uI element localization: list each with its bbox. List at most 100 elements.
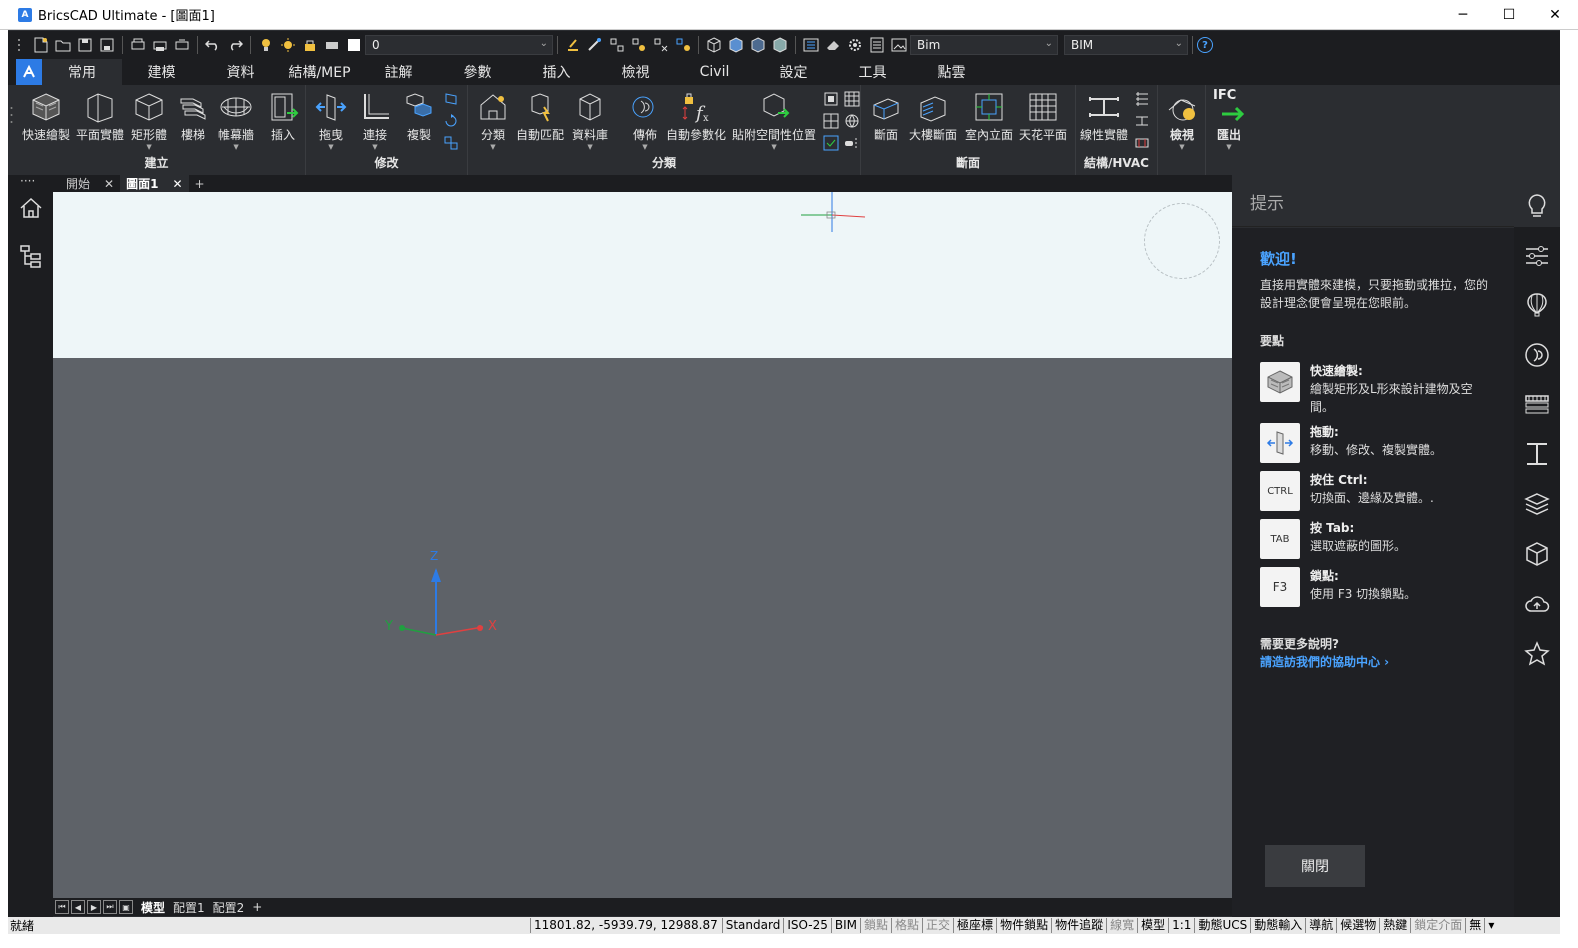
layers-panel-icon[interactable] (1524, 491, 1550, 517)
help-icon[interactable]: ? (1197, 37, 1213, 53)
interior-elevation-button[interactable]: 室內立面 (965, 90, 1013, 143)
save-as-icon[interactable] (98, 36, 116, 54)
profiles-beam-icon[interactable] (1524, 441, 1550, 467)
bim-props-icon[interactable] (823, 91, 839, 107)
workspace-dropdown[interactable]: Bim ⌄ (910, 35, 1058, 55)
stair-button[interactable]: 樓梯 (176, 90, 210, 143)
auto-parametrize-button[interactable]: fx 自動參數化 (666, 90, 726, 143)
tab-view[interactable]: 檢視 (596, 59, 675, 85)
properties-sliders-icon[interactable] (1524, 243, 1550, 269)
building-section-button[interactable]: 大樓斷面 (909, 90, 957, 143)
status-model[interactable]: 模型 (1137, 918, 1168, 933)
toggle-icon[interactable] (844, 135, 860, 151)
tab-annotate[interactable]: 註解 (359, 59, 438, 85)
print-preview-icon[interactable] (129, 36, 147, 54)
status-dim-style[interactable]: ISO-25 (783, 918, 831, 933)
add-tab-button[interactable]: + (189, 175, 211, 192)
profile-dropdown[interactable]: BIM ⌄ (1064, 35, 1188, 55)
status-workspace[interactable]: BIM (830, 918, 860, 933)
layer-isolate-icon[interactable] (608, 36, 626, 54)
layout-tab-layout1[interactable]: 配置1 (173, 899, 205, 916)
curtain-wall-button[interactable]: 帷幕牆 ▼ (218, 90, 254, 151)
drag-button[interactable]: 拖曳 ▼ (314, 90, 348, 151)
status-hotkeys[interactable]: 熱鍵 (1379, 918, 1410, 933)
prev-layout-button[interactable]: ◀ (71, 900, 85, 914)
layer-previous-icon[interactable] (586, 36, 604, 54)
propagate-panel-icon[interactable] (1524, 342, 1550, 368)
drawing-viewport[interactable]: Z X Y (53, 192, 1232, 898)
favorites-star-icon[interactable] (1524, 641, 1550, 667)
tab-structure-mep[interactable]: 結構/MEP (280, 59, 359, 85)
quick-draw-button[interactable]: 快速繪製 (22, 90, 70, 143)
status-none[interactable]: 無 (1465, 918, 1484, 933)
layer-print-icon[interactable] (323, 36, 341, 54)
close-icon[interactable]: ✕ (104, 177, 114, 191)
insert-button[interactable]: 插入 (266, 90, 300, 143)
layer-dropdown[interactable]: 0 ⌄ (365, 35, 553, 55)
open-file-icon[interactable] (54, 36, 72, 54)
view-shaded-icon[interactable] (727, 36, 745, 54)
grip-icon[interactable] (10, 36, 28, 54)
layer-thaw-icon[interactable] (279, 36, 297, 54)
grid-table-icon[interactable] (844, 91, 860, 107)
duct-icon[interactable] (1134, 135, 1150, 151)
section-button[interactable]: 斷面 (869, 90, 903, 143)
layer-on-all-icon[interactable] (674, 36, 692, 54)
tab-modeling[interactable]: 建模 (122, 59, 201, 85)
tab-insert[interactable]: 插入 (517, 59, 596, 85)
status-grid[interactable]: 格點 (891, 918, 922, 933)
status-snap[interactable]: 鎖點 (860, 918, 891, 933)
redo-icon[interactable] (226, 36, 244, 54)
help-center-link[interactable]: 請造訪我們的協助中心 › (1260, 653, 1389, 670)
structure-tree-icon[interactable] (18, 243, 44, 269)
library-cube-icon[interactable] (1524, 541, 1550, 567)
ceiling-plan-button[interactable]: 天花平面 (1019, 90, 1067, 143)
status-otrack[interactable]: 物件追蹤 (1051, 918, 1106, 933)
add-layout-button[interactable]: + (252, 900, 262, 914)
status-scale[interactable]: 1:1 (1168, 918, 1194, 933)
plane-solid-button[interactable]: 平面實體 (76, 90, 124, 143)
rotate-icon[interactable] (443, 113, 459, 129)
eraser-icon[interactable] (824, 36, 842, 54)
box-button[interactable]: 矩形體 ▼ (131, 90, 167, 151)
tab-parametric[interactable]: 參數 (438, 59, 517, 85)
layer-lock-icon[interactable] (301, 36, 319, 54)
tab-point-cloud[interactable]: 點雲 (912, 59, 991, 85)
copy-button[interactable]: 複製 (402, 90, 436, 143)
minimize-button[interactable]: ─ (1440, 0, 1486, 30)
save-icon[interactable] (76, 36, 94, 54)
spaces-icon[interactable] (823, 113, 839, 129)
new-file-icon[interactable] (32, 36, 50, 54)
layer-unisolate-icon[interactable] (630, 36, 648, 54)
library-button[interactable]: 資料庫 ▼ (572, 90, 608, 151)
close-button[interactable]: ✕ (1532, 0, 1578, 30)
tab-tools[interactable]: 工具 (833, 59, 912, 85)
settings-gear-icon[interactable] (846, 36, 864, 54)
classify-button[interactable]: 分類 ▼ (476, 90, 510, 151)
status-coordinates[interactable]: 11801.82, -5939.79, 12988.87 (530, 918, 722, 933)
status-osnap[interactable]: 物件鎖點 (996, 918, 1051, 933)
undo-icon[interactable] (204, 36, 222, 54)
auto-match-button[interactable]: 自動匹配 (516, 90, 564, 143)
explorer-icon[interactable] (868, 36, 886, 54)
properties-icon[interactable] (802, 36, 820, 54)
linear-solid-button[interactable]: 線性實體 (1080, 90, 1128, 143)
application-menu-button[interactable] (16, 59, 42, 85)
tab-data[interactable]: 資料 (201, 59, 280, 85)
globe-icon[interactable] (844, 113, 860, 129)
status-ortho[interactable]: 正交 (922, 918, 953, 933)
status-menu-button[interactable]: ▾ (1484, 918, 1497, 933)
status-navigation[interactable]: 導航 (1305, 918, 1336, 933)
layer-on-icon[interactable] (257, 36, 275, 54)
export-ifc-button[interactable]: IFC 匯出 ▼ (1212, 88, 1246, 151)
status-dynamic-ucs[interactable]: 動態UCS (1194, 918, 1250, 933)
status-lineweight[interactable]: 線寬 (1106, 918, 1137, 933)
beam-icon[interactable] (1134, 113, 1150, 129)
doc-tab-drawing1[interactable]: 圖面1 ✕ (120, 175, 189, 192)
layout-tab-model[interactable]: 模型 (141, 899, 165, 916)
layer-off-icon[interactable] (652, 36, 670, 54)
close-icon[interactable]: ✕ (172, 177, 182, 191)
print-icon[interactable] (151, 36, 169, 54)
status-text-style[interactable]: Standard (721, 918, 784, 933)
layout-list-button[interactable]: ▣ (119, 900, 133, 914)
